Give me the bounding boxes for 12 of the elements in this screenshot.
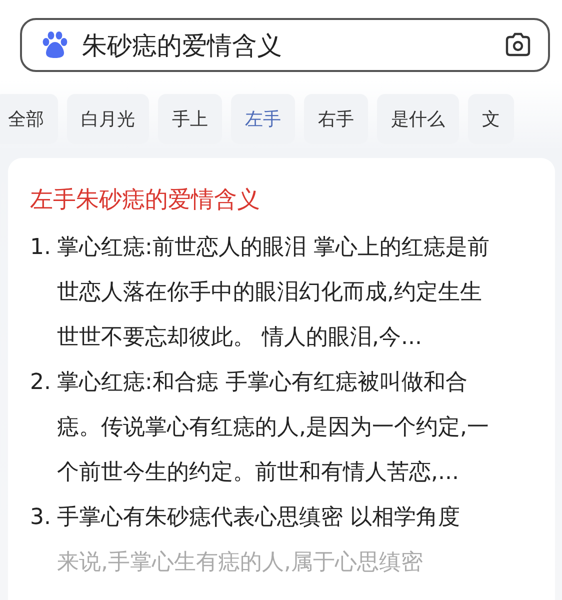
search-input[interactable]: 朱砂痣的爱情含义	[82, 30, 504, 60]
result-title[interactable]: 左手朱砂痣的爱情含义	[30, 184, 541, 215]
list-number: 2.	[30, 369, 52, 397]
list-text: 掌心红痣:和合痣 手掌心有红痣被叫做和合痣。传说掌心有红痣的人,是因为一个约定,一个前世今生的约定。前世和有情人苦恋,...	[57, 369, 490, 487]
faded-text: 来说,手掌心生有痣的人,属于心思缜密	[57, 549, 424, 577]
search-field[interactable]: 朱砂痣的爱情含义	[20, 18, 550, 72]
camera-icon[interactable]	[504, 32, 532, 58]
paw-logo-icon	[40, 31, 70, 59]
list-text: 手掌心有朱砂痣代表心思缜密 以相学角度	[57, 504, 461, 532]
list-number: 1.	[30, 234, 52, 262]
list-text: 掌心红痣:前世恋人的眼泪 掌心上的红痣是前世恋人落在你手中的眼泪幻化而成,约定生生世世不要忘却彼此。 情人的眼泪,今...	[57, 234, 490, 352]
list-number: 3.	[30, 504, 52, 532]
